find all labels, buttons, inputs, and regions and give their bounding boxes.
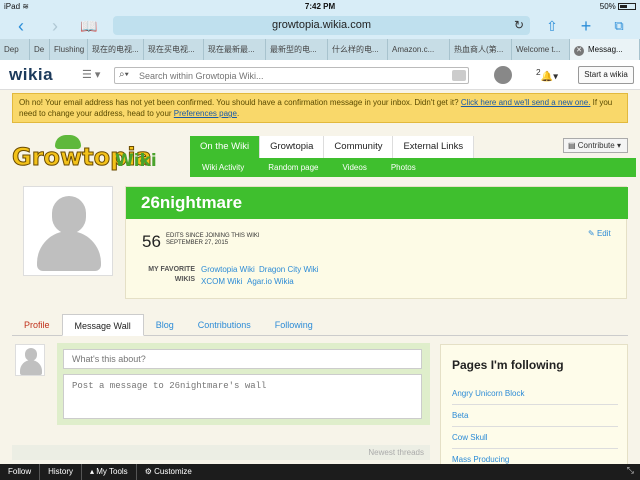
browser-tab[interactable]: Dep <box>0 39 30 60</box>
message-subject-input[interactable] <box>63 349 422 369</box>
my-tools-button[interactable]: ▴ My Tools <box>82 464 137 480</box>
profile-avatar <box>23 186 113 276</box>
subnav-videos[interactable]: Videos <box>331 158 379 177</box>
favorite-wiki-link[interactable]: Dragon City Wiki <box>259 265 319 274</box>
browser-toolbar: ‹ › 📖 growtopia.wikia.com ↻ ⇧ + ⧉ <box>0 14 640 39</box>
address-bar[interactable]: growtopia.wikia.com ↻ <box>113 16 530 35</box>
battery-icon <box>618 3 636 11</box>
tab-profile[interactable]: Profile <box>12 314 62 336</box>
pages-following-module: Pages I'm following Angry Unicorn Block … <box>440 344 628 468</box>
followed-page-link[interactable]: Angry Unicorn Block <box>452 383 618 405</box>
followed-page-link[interactable]: Beta <box>452 405 618 427</box>
message-body-input[interactable] <box>63 374 422 419</box>
nav-tab-on-the-wiki[interactable]: On the Wiki <box>190 136 261 158</box>
share-icon[interactable]: ⇧ <box>541 16 563 36</box>
tab-message-wall[interactable]: Message Wall <box>61 314 144 336</box>
avatar-head <box>52 196 86 234</box>
favorite-wiki-link[interactable]: Agar.io Wikia <box>247 277 294 286</box>
favorite-wiki-link[interactable]: XCOM Wiki <box>201 277 242 286</box>
nav-tab-growtopia[interactable]: Growtopia <box>260 136 325 158</box>
browser-tab[interactable]: 什么样的电... <box>328 39 388 60</box>
search-submit-button[interactable] <box>452 70 466 81</box>
subnav-random-page[interactable]: Random page <box>256 158 330 177</box>
tab-strip: Dep De Flushing 现在的电视... 现在买电视... 现在最新最.… <box>0 39 640 60</box>
followed-page-link[interactable]: Cow Skull <box>452 427 618 449</box>
battery-indicator: 50% <box>600 2 636 11</box>
contribute-button[interactable]: ▤ Contribute ▾ <box>563 138 628 153</box>
browser-tab[interactable]: Welcome t... <box>512 39 570 60</box>
favorite-wikis-label: MY FAVORITE WIKIS <box>148 266 195 283</box>
new-tab-icon[interactable]: + <box>575 16 597 36</box>
wikia-logo[interactable]: wikia <box>9 65 53 85</box>
resend-confirmation-link[interactable]: Click here and we'll send a new one. <box>461 98 591 107</box>
browser-tab[interactable]: De <box>30 39 50 60</box>
subnav-photos[interactable]: Photos <box>379 158 428 177</box>
search-input[interactable] <box>139 69 439 82</box>
edits-count: 56 <box>142 232 161 251</box>
search-box: ⌕▾ <box>114 67 469 84</box>
banner-text: . <box>236 109 240 118</box>
browser-tab-label: Messag... <box>588 45 623 54</box>
browser-tab[interactable]: 热血商人(第... <box>450 39 512 60</box>
newest-threads-sort[interactable]: Newest threads <box>12 445 430 460</box>
profile-username: 26nightmare <box>126 187 628 219</box>
profile-tabs: Profile Message Wall Blog Contributions … <box>12 314 628 336</box>
browser-tab-active[interactable]: ✕ Messag... <box>570 39 640 60</box>
chevron-down-icon: ▾ <box>616 141 621 150</box>
forward-icon[interactable]: › <box>44 16 66 36</box>
preferences-link[interactable]: Preferences page <box>174 109 237 118</box>
bookmarks-icon[interactable]: 📖 <box>78 16 100 36</box>
new-message-form <box>57 343 430 425</box>
growtopia-wiki-logo[interactable]: Growtopia Wiki <box>12 135 162 180</box>
wikia-global-bar: wikia ☰ ▾ ⌕▾ 2🔔▾ Start a wikia <box>0 60 640 90</box>
close-tab-icon[interactable]: ✕ <box>574 46 584 56</box>
wiki-nav: On the Wiki Growtopia Community External… <box>190 136 475 158</box>
favorite-wiki-link[interactable]: Growtopia Wiki <box>201 265 255 274</box>
notifications-button[interactable]: 2🔔▾ <box>536 67 558 82</box>
contribute-label: Contribute <box>577 141 615 150</box>
bottom-toolbar: Follow History ▴ My Tools ⚙ Customize ⤡ <box>0 464 640 480</box>
browser-tab[interactable]: Flushing <box>50 39 88 60</box>
pencil-icon: ✎ <box>588 229 597 238</box>
browser-tab[interactable]: 最新型的电... <box>266 39 328 60</box>
search-icon: ⌕▾ <box>119 69 129 80</box>
resize-icon[interactable]: ⤡ <box>627 465 634 476</box>
bell-icon: 🔔 <box>540 71 554 83</box>
clock: 7:42 PM <box>304 2 336 11</box>
wiki-subnav: Wiki Activity Random page Videos Photos <box>190 158 636 177</box>
tab-blog[interactable]: Blog <box>144 314 186 336</box>
poster-avatar <box>15 344 45 376</box>
subnav-wiki-activity[interactable]: Wiki Activity <box>190 158 256 177</box>
module-title: Pages I'm following <box>452 358 564 372</box>
page-icon: ▤ <box>568 141 578 150</box>
menu-icon[interactable]: ☰ ▾ <box>82 68 100 81</box>
follow-button[interactable]: Follow <box>0 464 41 480</box>
tab-contributions[interactable]: Contributions <box>186 314 263 336</box>
url-text: growtopia.wikia.com <box>271 19 372 31</box>
browser-tab[interactable]: 现在最新最... <box>204 39 266 60</box>
profile-card: 26nightmare 56 EDITS SINCE JOINING THIS … <box>125 186 628 299</box>
reload-icon[interactable]: ↻ <box>514 16 524 35</box>
edits-label: EDITS SINCE JOINING THIS WIKI SEPTEMBER 2… <box>166 233 260 246</box>
browser-tab[interactable]: 现在的电视... <box>88 39 144 60</box>
banner-text: Oh no! Your email address has not yet be… <box>19 98 459 107</box>
avatar-body <box>37 231 101 271</box>
edit-profile-button[interactable]: ✎ Edit <box>588 229 611 238</box>
tabs-overview-icon[interactable]: ⧉ <box>608 16 630 36</box>
back-icon[interactable]: ‹ <box>10 16 32 36</box>
start-wikia-button[interactable]: Start a wikia <box>578 66 634 84</box>
email-confirmation-banner: Oh no! Your email address has not yet be… <box>12 93 628 123</box>
user-avatar-icon[interactable] <box>494 66 512 84</box>
history-button[interactable]: History <box>40 464 83 480</box>
customize-button[interactable]: ⚙ Customize <box>137 464 200 480</box>
nav-tab-community[interactable]: Community <box>324 136 394 158</box>
gear-icon: ⚙ <box>144 467 155 476</box>
status-bar: iPad ≋ 7:42 PM 50% <box>0 0 640 14</box>
tab-following[interactable]: Following <box>263 314 325 336</box>
browser-tab[interactable]: 现在买电视... <box>144 39 204 60</box>
browser-tab[interactable]: Amazon.c... <box>388 39 450 60</box>
avatar-body <box>20 360 42 375</box>
logo-wiki-text: Wiki <box>115 151 157 171</box>
nav-tab-external-links[interactable]: External Links <box>393 136 475 158</box>
